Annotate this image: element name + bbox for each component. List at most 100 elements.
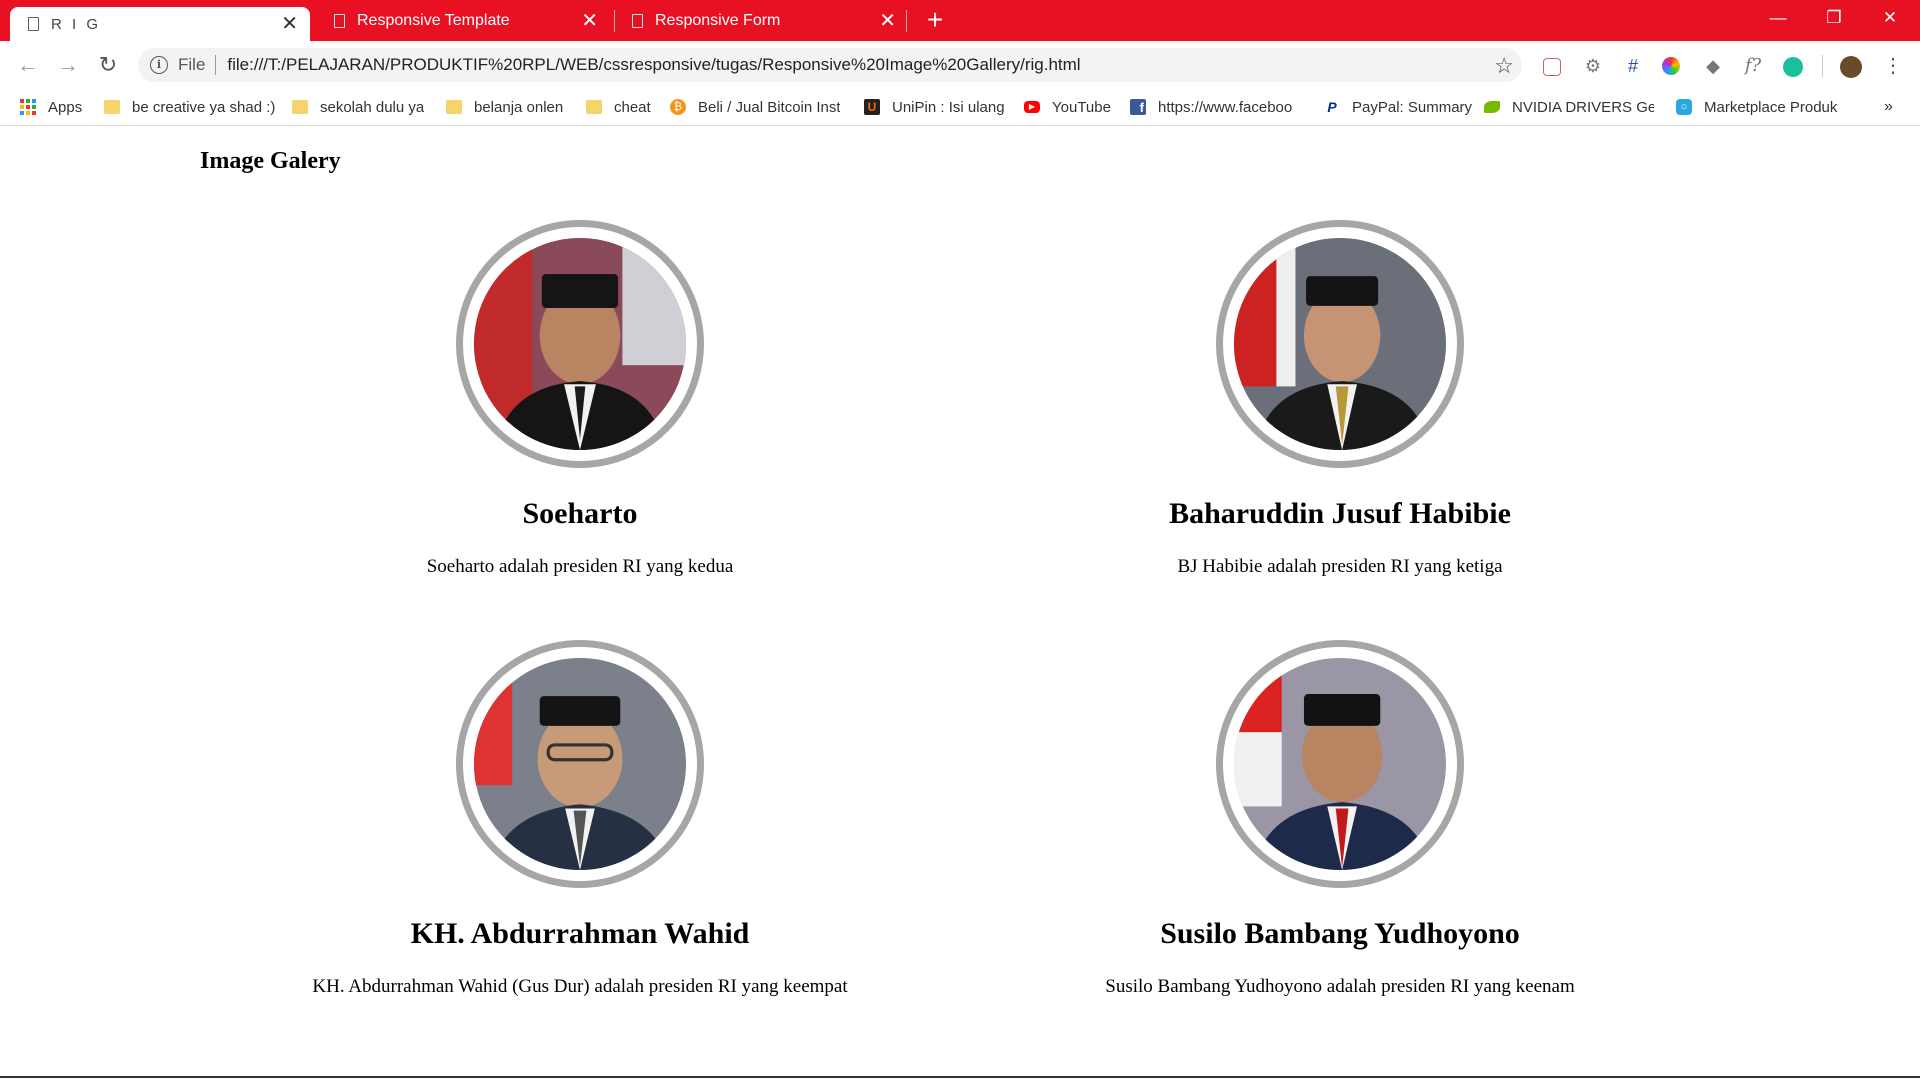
person-name: Soeharto xyxy=(522,497,638,530)
page-bottom-border xyxy=(0,1076,1920,1078)
gallery-card: KH. Abdurrahman Wahid KH. Abdurrahman Wa… xyxy=(200,640,960,998)
bookmark-paypal[interactable]: P PayPal: Summary xyxy=(1324,89,1472,125)
portrait-photo xyxy=(474,238,686,450)
tab-label: Responsive Template xyxy=(357,11,510,29)
address-bar[interactable]: i File file:///T:/PELAJARAN/PRODUKTIF%20… xyxy=(138,48,1522,82)
toolbar-divider xyxy=(1822,55,1823,77)
back-button[interactable]: ← xyxy=(12,49,44,81)
bookmark-star-icon[interactable]: ☆ xyxy=(1494,53,1514,79)
person-description: Soeharto adalah presiden RI yang kedua xyxy=(426,556,734,577)
unipin-icon: U xyxy=(864,99,880,115)
page-icon xyxy=(28,17,39,31)
bookmark-label: YouTube xyxy=(1052,98,1111,116)
youtube-icon: ▶ xyxy=(1024,101,1040,113)
new-tab-button[interactable]: + xyxy=(920,6,950,36)
minimize-button[interactable]: — xyxy=(1750,0,1806,36)
folder-icon xyxy=(446,100,462,114)
bookmark-nvidia[interactable]: NVIDIA DRIVERS GeF xyxy=(1484,89,1654,125)
bookmark-folder[interactable]: sekolah dulu ya xyxy=(292,89,424,125)
marketplace-icon: ○ xyxy=(1676,99,1692,115)
browser-toolbar: ← → ↻ i File file:///T:/PELAJARAN/PRODUK… xyxy=(0,41,1920,89)
portrait-photo xyxy=(1234,658,1446,870)
omnibox-divider xyxy=(215,55,217,75)
extension-gear-icon[interactable]: ⚙ xyxy=(1582,55,1604,77)
bookmark-folder[interactable]: be creative ya shad :) xyxy=(104,89,275,125)
page-icon xyxy=(632,13,643,28)
bookmark-label: belanja onlen xyxy=(474,98,564,116)
bookmark-label: PayPal: Summary xyxy=(1352,98,1473,116)
portrait-frame xyxy=(456,220,704,468)
folder-icon xyxy=(104,100,120,114)
bookmark-unipin[interactable]: U UniPin : Isi ulang xyxy=(864,89,1005,125)
bookmarks-bar: Apps be creative ya shad :) sekolah dulu… xyxy=(0,89,1920,126)
profile-avatar[interactable] xyxy=(1840,56,1862,78)
bookmark-label: Marketplace Produk xyxy=(1704,98,1838,116)
info-icon[interactable]: i xyxy=(150,56,168,74)
bookmark-apps[interactable]: Apps xyxy=(20,89,82,125)
close-tab-icon[interactable]: ✕ xyxy=(281,14,298,34)
portrait-frame xyxy=(456,640,704,888)
person-description: KH. Abdurrahman Wahid (Gus Dur) adalah p… xyxy=(312,976,848,997)
bookmark-label: https://www.faceboo xyxy=(1158,98,1293,116)
bookmark-marketplace[interactable]: ○ Marketplace Produk xyxy=(1676,89,1848,125)
url-text[interactable]: file:///T:/PELAJARAN/PRODUKTIF%20RPL/WEB… xyxy=(227,55,1080,75)
bookmark-label: Apps xyxy=(48,98,83,116)
bookmark-facebook[interactable]: f https://www.faceboo xyxy=(1130,89,1302,125)
close-tab-icon[interactable]: ✕ xyxy=(581,11,598,31)
bookmark-label: sekolah dulu ya xyxy=(320,98,425,116)
tab-strip: R I G ✕ Responsive Template ✕ Responsive… xyxy=(0,0,1920,41)
bookmark-label: NVIDIA DRIVERS GeF xyxy=(1512,98,1654,116)
tab-rig[interactable]: R I G ✕ xyxy=(10,7,310,41)
extension-green-icon[interactable] xyxy=(1783,57,1803,77)
portrait-image xyxy=(1234,238,1446,450)
extension-layers-icon[interactable]: ◆ xyxy=(1702,55,1724,77)
person-name: KH. Abdurrahman Wahid xyxy=(410,917,750,950)
apps-grid-icon xyxy=(20,99,36,115)
paypal-icon: P xyxy=(1327,99,1337,115)
tab-label: Responsive Form xyxy=(655,11,781,29)
folder-icon xyxy=(292,100,308,114)
person-name: Baharuddin Jusuf Habibie xyxy=(1169,497,1511,530)
portrait-image xyxy=(474,658,686,870)
extension-grid-icon[interactable]: # xyxy=(1622,55,1644,77)
url-scheme: File xyxy=(178,55,206,74)
page-title: Image Galery xyxy=(200,148,341,174)
page-content: Image Galery Soeharto Soeharto adalah pr… xyxy=(0,126,1920,1078)
bookmark-label: Beli / Jual Bitcoin Inst xyxy=(698,98,840,116)
extension-formula-icon[interactable]: f? xyxy=(1742,55,1764,77)
bookmark-youtube[interactable]: ▶ YouTube xyxy=(1024,89,1111,125)
menu-kebab-icon[interactable]: ⋮ xyxy=(1882,55,1904,77)
forward-button[interactable]: → xyxy=(52,49,84,81)
extension-calendar-icon[interactable] xyxy=(1543,58,1561,76)
close-tab-icon[interactable]: ✕ xyxy=(879,11,896,31)
tab-label: R I G xyxy=(51,15,102,33)
portrait-photo xyxy=(1234,238,1446,450)
facebook-icon: f xyxy=(1130,99,1146,115)
tab-divider xyxy=(906,10,907,32)
portrait-photo xyxy=(474,658,686,870)
person-description: Susilo Bambang Yudhoyono adalah presiden… xyxy=(1105,976,1575,997)
bookmark-folder[interactable]: belanja onlen xyxy=(446,89,563,125)
person-description: BJ Habibie adalah presiden RI yang ketig… xyxy=(1177,556,1503,577)
person-name: Susilo Bambang Yudhoyono xyxy=(1160,917,1520,950)
tab-responsive-template[interactable]: Responsive Template ✕ xyxy=(320,0,610,41)
gallery-card: Susilo Bambang Yudhoyono Susilo Bambang … xyxy=(960,640,1720,998)
bookmarks-overflow-button[interactable]: » xyxy=(1884,89,1893,125)
gallery-card: Soeharto Soeharto adalah presiden RI yan… xyxy=(200,220,960,578)
bookmark-label: be creative ya shad :) xyxy=(132,98,276,116)
portrait-frame xyxy=(1216,640,1464,888)
portrait-image xyxy=(474,238,686,450)
restore-button[interactable]: ❐ xyxy=(1806,0,1862,36)
bookmark-folder[interactable]: cheat xyxy=(586,89,651,125)
close-window-button[interactable]: ✕ xyxy=(1862,0,1918,36)
bitcoin-icon: ₿ xyxy=(670,99,686,115)
portrait-image xyxy=(1234,658,1446,870)
extension-colorpicker-icon[interactable] xyxy=(1662,57,1680,75)
bookmark-bitcoin[interactable]: ₿ Beli / Jual Bitcoin Inst xyxy=(670,89,840,125)
reload-button[interactable]: ↻ xyxy=(92,49,124,81)
tab-responsive-form[interactable]: Responsive Form ✕ xyxy=(618,0,908,41)
gallery-card: Baharuddin Jusuf Habibie BJ Habibie adal… xyxy=(960,220,1720,578)
portrait-frame xyxy=(1216,220,1464,468)
page-icon xyxy=(334,13,345,28)
tab-divider xyxy=(614,10,615,32)
